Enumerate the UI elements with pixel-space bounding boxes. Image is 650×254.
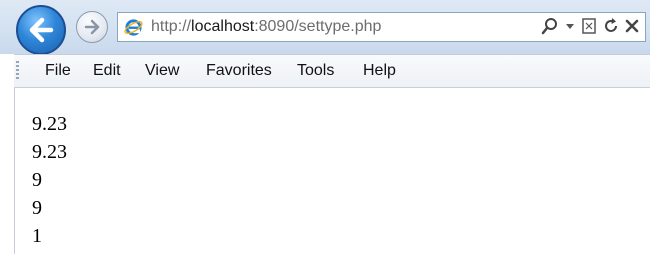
- menu-edit[interactable]: Edit: [93, 62, 121, 80]
- address-bar[interactable]: http://localhost:8090/settype.php: [117, 12, 646, 42]
- toolbar-grip[interactable]: [16, 61, 19, 81]
- arrow-right-icon: [84, 19, 100, 35]
- arrow-left-icon: [29, 17, 54, 43]
- url-text: http://localhost:8090/settype.php: [151, 18, 381, 36]
- menu-tools[interactable]: Tools: [297, 62, 334, 80]
- menu-favorites[interactable]: Favorites: [206, 62, 272, 80]
- back-button[interactable]: [16, 5, 66, 55]
- ie-logo-icon: [124, 19, 143, 36]
- menu-bar: File Edit View Favorites Tools Help: [14, 54, 650, 88]
- dropdown-icon[interactable]: [565, 17, 575, 39]
- menu-file[interactable]: File: [45, 62, 71, 80]
- menu-help[interactable]: Help: [363, 62, 396, 80]
- browser-toolbar: http://localhost:8090/settype.php: [0, 0, 650, 55]
- url-host: localhost: [191, 18, 255, 35]
- search-icon[interactable]: [541, 17, 559, 39]
- output-line: 1: [32, 225, 42, 247]
- forward-button[interactable]: [76, 11, 108, 43]
- menu-view[interactable]: View: [145, 62, 179, 80]
- output-line: 9: [32, 197, 42, 219]
- output-line: 9.23: [32, 113, 67, 135]
- page-content: 9.23 9.23 9 9 1: [14, 88, 650, 254]
- refresh-icon[interactable]: [603, 17, 619, 39]
- stop-icon[interactable]: [625, 17, 639, 39]
- output-line: 9.23: [32, 141, 67, 163]
- url-prefix: http://: [151, 18, 192, 35]
- address-tools: [541, 17, 639, 39]
- output-line: 9: [32, 169, 42, 191]
- compat-view-icon[interactable]: [581, 17, 597, 39]
- url-path: :8090/settype.php: [254, 18, 382, 35]
